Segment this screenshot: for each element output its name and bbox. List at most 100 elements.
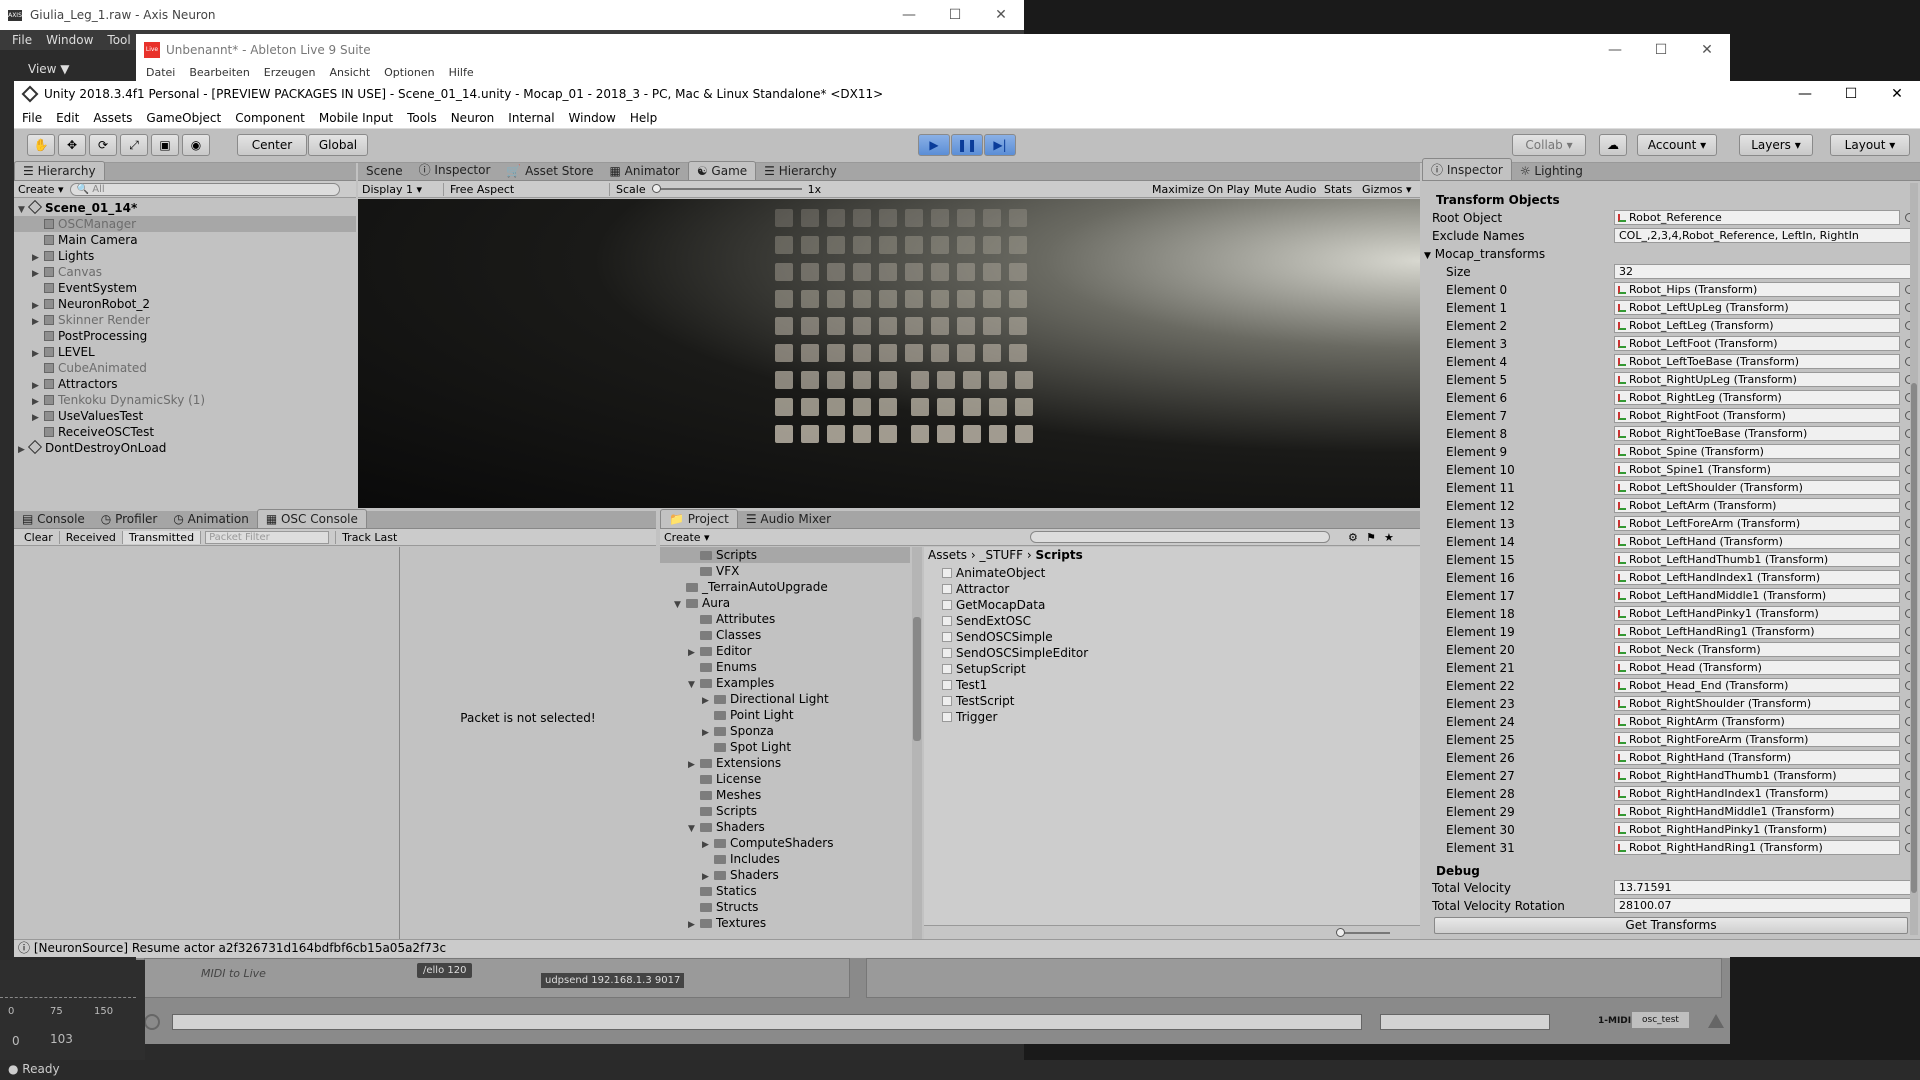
mocap-transforms-label[interactable]: ▼ Mocap_transforms	[1424, 247, 1545, 261]
hierarchy-item[interactable]: CubeAnimated	[14, 360, 356, 376]
element-transform-field[interactable]: Robot_RightToeBase (Transform)	[1614, 426, 1900, 441]
ableton-scroll-bar-2[interactable]	[1380, 1014, 1550, 1030]
element-transform-field[interactable]: Robot_LeftArm (Transform)	[1614, 498, 1900, 513]
tab-animation[interactable]: ◷ Animation	[165, 510, 256, 528]
exclude-names-input[interactable]: COL_,2,3,4,Robot_Reference, LeftIn, Righ…	[1614, 228, 1914, 243]
project-folder-item[interactable]: Attributes	[660, 611, 910, 627]
step-button[interactable]: ▶|	[984, 134, 1016, 156]
maximize-icon[interactable]: ☐	[1638, 42, 1684, 58]
element-transform-field[interactable]: Robot_RightFoot (Transform)	[1614, 408, 1900, 423]
game-viewport[interactable]	[358, 199, 1420, 508]
menu-edit[interactable]: Edit	[56, 111, 79, 125]
menu-tools[interactable]: Tools	[407, 111, 437, 125]
project-folder-item[interactable]: ▼ Shaders	[660, 819, 910, 835]
expand-arrow-icon[interactable]: ▶	[688, 917, 700, 933]
tab-scene[interactable]: Scene	[358, 162, 411, 180]
project-folder-item[interactable]: Scripts	[660, 803, 910, 819]
scale-slider[interactable]	[651, 184, 802, 193]
hierarchy-item[interactable]: ▶ UseValuesTest	[14, 408, 356, 424]
ableton-scroll-bar[interactable]	[172, 1014, 1362, 1030]
rotate-tool-icon[interactable]: ⟳	[89, 134, 117, 156]
hierarchy-item[interactable]: ▶ Canvas	[14, 264, 356, 280]
element-transform-field[interactable]: Robot_RightHandIndex1 (Transform)	[1614, 786, 1900, 801]
project-folder-item[interactable]: Meshes	[660, 787, 910, 803]
hierarchy-item[interactable]: EventSystem	[14, 280, 356, 296]
axis-menu-tool[interactable]: Tool	[107, 33, 130, 47]
display-dropdown[interactable]: Display 1 ▾	[362, 182, 444, 196]
inspector-scroll-thumb[interactable]	[1911, 383, 1917, 893]
tab-project[interactable]: 📁 Project	[660, 509, 738, 528]
element-transform-field[interactable]: Robot_LeftUpLeg (Transform)	[1614, 300, 1900, 315]
axis-frame-start[interactable]: 0	[12, 1034, 20, 1048]
project-folder-item[interactable]: ▶ Shaders	[660, 867, 910, 883]
element-transform-field[interactable]: Robot_RightLeg (Transform)	[1614, 390, 1900, 405]
play-button[interactable]: ▶	[918, 134, 950, 156]
favorite-star-icon[interactable]: ★	[1384, 531, 1394, 544]
tab-hierarchy-center[interactable]: ☰ Hierarchy	[756, 162, 845, 180]
element-transform-field[interactable]: Robot_LeftShoulder (Transform)	[1614, 480, 1900, 495]
project-folder-item[interactable]: Statics	[660, 883, 910, 899]
project-folder-item[interactable]: _TerrainAutoUpgrade	[660, 579, 910, 595]
gizmos-dropdown[interactable]: Gizmos ▾	[1362, 183, 1412, 196]
hierarchy-item[interactable]: OSCManager	[14, 216, 356, 232]
project-folder-item[interactable]: ▶ Sponza	[660, 723, 910, 739]
layers-dropdown[interactable]: Layers ▾	[1739, 134, 1813, 156]
element-transform-field[interactable]: Robot_Hips (Transform)	[1614, 282, 1900, 297]
element-transform-field[interactable]: Robot_LeftHandMiddle1 (Transform)	[1614, 588, 1900, 603]
expand-arrow-icon[interactable]: ▼	[688, 821, 700, 837]
tab-animator[interactable]: ▦ Animator	[602, 162, 688, 180]
hierarchy-item[interactable]: ▶ Lights	[14, 248, 356, 264]
menu-gameobject[interactable]: GameObject	[146, 111, 221, 125]
element-transform-field[interactable]: Robot_RightHandMiddle1 (Transform)	[1614, 804, 1900, 819]
element-transform-field[interactable]: Robot_Neck (Transform)	[1614, 642, 1900, 657]
unity-statusbar[interactable]: ⓘ [NeuronSource] Resume actor a2f326731d…	[14, 939, 1920, 957]
tab-inspector[interactable]: ⓘ Inspector	[1422, 158, 1512, 180]
axis-view-dropdown[interactable]: View ▼	[28, 62, 70, 76]
maximize-icon[interactable]: ☐	[932, 7, 978, 23]
menu-component[interactable]: Component	[235, 111, 305, 125]
project-folder-item[interactable]: Includes	[660, 851, 910, 867]
tab-osc-console[interactable]: ▦ OSC Console	[256, 509, 367, 528]
element-transform-field[interactable]: Robot_RightHandThumb1 (Transform)	[1614, 768, 1900, 783]
icon-size-slider[interactable]	[1340, 932, 1390, 934]
project-file-item[interactable]: Test1	[942, 677, 1420, 693]
project-folder-item[interactable]: Scripts	[660, 547, 910, 563]
minimize-icon[interactable]: —	[1782, 86, 1828, 102]
hierarchy-search-input[interactable]: 🔍 All	[69, 182, 340, 196]
axis-menu-file[interactable]: File	[12, 33, 32, 47]
osc-received-toggle[interactable]: Received	[60, 530, 123, 544]
inspector-scrollbar[interactable]	[1910, 183, 1918, 935]
icon-size-thumb[interactable]	[1336, 928, 1345, 937]
menu-help[interactable]: Help	[630, 111, 657, 125]
element-transform-field[interactable]: Robot_Spine1 (Transform)	[1614, 462, 1900, 477]
project-folder-item[interactable]: Spot Light	[660, 739, 910, 755]
element-transform-field[interactable]: Robot_LeftHandRing1 (Transform)	[1614, 624, 1900, 639]
close-icon[interactable]: ✕	[978, 7, 1024, 23]
project-file-item[interactable]: TestScript	[942, 693, 1420, 709]
project-file-item[interactable]: SetupScript	[942, 661, 1420, 677]
element-transform-field[interactable]: Robot_Spine (Transform)	[1614, 444, 1900, 459]
hierarchy-item[interactable]: ▶ Attractors	[14, 376, 356, 392]
project-file-item[interactable]: Trigger	[942, 709, 1420, 725]
osc-transmitted-toggle[interactable]: Transmitted	[122, 530, 202, 544]
pause-button[interactable]: ❚❚	[951, 134, 983, 156]
total-velocity-input[interactable]: 13.71591	[1614, 880, 1914, 895]
ableton-udpsend-box[interactable]: udpsend 192.168.1.3 9017	[541, 973, 685, 988]
expand-arrow-icon[interactable]: ▼	[674, 597, 686, 613]
tab-game[interactable]: ☯ Game	[687, 161, 757, 180]
ableton-track-name[interactable]: osc_test	[1632, 1012, 1689, 1028]
project-folder-item[interactable]: ▶ Extensions	[660, 755, 910, 771]
hierarchy-item[interactable]: ▶ Tenkoku DynamicSky (1)	[14, 392, 356, 408]
ableton-record-icon[interactable]	[144, 1014, 160, 1030]
project-search-input[interactable]	[1030, 531, 1330, 543]
element-transform-field[interactable]: Robot_Head (Transform)	[1614, 660, 1900, 675]
osc-packet-filter-input[interactable]: Packet Filter	[205, 530, 330, 544]
total-velocity-rotation-input[interactable]: 28100.07	[1614, 898, 1914, 913]
filter-type-icon[interactable]: ⚙	[1348, 531, 1358, 544]
element-transform-field[interactable]: Robot_RightForeArm (Transform)	[1614, 732, 1900, 747]
project-folder-item[interactable]: ▶ Directional Light	[660, 691, 910, 707]
tab-hierarchy[interactable]: ☰ Hierarchy	[14, 161, 105, 180]
element-transform-field[interactable]: Robot_RightHand (Transform)	[1614, 750, 1900, 765]
pivot-global-button[interactable]: Global	[308, 134, 368, 156]
minimize-icon[interactable]: —	[886, 7, 932, 23]
